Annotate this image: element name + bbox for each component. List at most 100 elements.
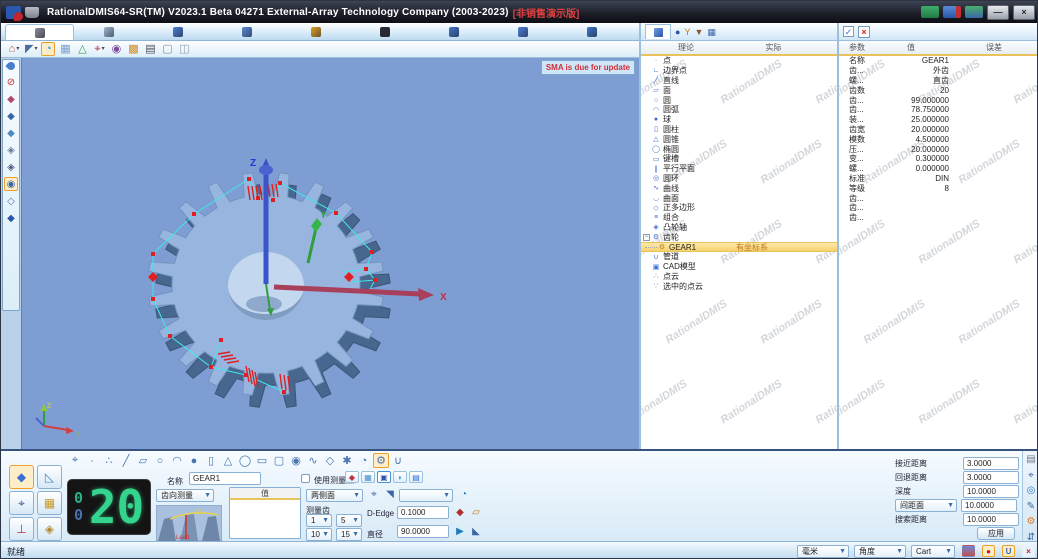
d-edge-input[interactable] — [397, 506, 449, 519]
feature-slot-icon[interactable]: ▭ — [254, 453, 270, 468]
feature-circle-icon[interactable]: ○ — [152, 453, 168, 468]
select-cursor-icon[interactable]: ◤ ▾ — [24, 42, 38, 56]
feature-name-input[interactable] — [189, 472, 261, 485]
pen-edit-icon[interactable]: ✎ — [1024, 501, 1037, 513]
coord-system-dropdown[interactable]: Cart ▼ — [911, 544, 955, 558]
refresh-view-icon[interactable]: ◔ — [41, 42, 56, 56]
tab-document[interactable] — [74, 24, 143, 40]
fit-view-icon[interactable]: △ — [75, 42, 89, 56]
tab-monitor[interactable] — [557, 24, 626, 40]
apply-edge-icon[interactable]: ◆ — [453, 506, 467, 519]
minimize-button[interactable]: — — [987, 4, 1009, 20]
tab-swirl-view[interactable]: ◗ — [393, 471, 407, 483]
unit-icon[interactable]: U — [1002, 545, 1015, 557]
feature-polygon-icon[interactable]: ◇ — [322, 453, 338, 468]
probe-cyan-icon[interactable]: ◆ — [4, 126, 18, 140]
probe-config-icon[interactable]: ◈ — [4, 160, 18, 174]
diameter-input[interactable] — [397, 525, 449, 538]
tooth-select-3[interactable]: 10 ▼ — [306, 528, 332, 541]
viewport-3d[interactable]: Z Y X Z X SMA is due for update — [21, 58, 639, 449]
tooth-select-2[interactable]: 5 ▼ — [336, 514, 362, 527]
measure-tools-icon[interactable]: ◫ — [177, 42, 191, 56]
probe-edit-icon[interactable]: ◈ — [4, 143, 18, 157]
param-input-5[interactable] — [963, 513, 1019, 526]
tab-device[interactable] — [212, 24, 281, 40]
tab-clock[interactable] — [488, 24, 557, 40]
probe-active-icon[interactable]: ◉ — [4, 177, 18, 191]
apply-button[interactable]: 应用 — [977, 527, 1015, 540]
probe-multi-icon[interactable]: ◇ — [4, 194, 18, 208]
feature-nut-icon[interactable]: ✱ — [339, 453, 355, 468]
probe-store-icon[interactable]: ⌖ — [1024, 470, 1037, 482]
feature-sphere-icon[interactable]: ● — [186, 453, 202, 468]
tree-expander-icon[interactable]: − — [643, 233, 650, 241]
unit-angle-dropdown[interactable]: 角度 ▼ — [854, 544, 906, 558]
param-input-2[interactable] — [963, 471, 1019, 484]
machine-status-icon[interactable] — [921, 6, 939, 18]
pin-icon[interactable] — [5, 60, 17, 72]
flank-dropdown[interactable]: 两侧面 ▼ — [306, 489, 363, 502]
record-icon[interactable]: ● — [982, 545, 995, 557]
settings-gear-icon[interactable]: ⚙ — [1024, 516, 1037, 528]
unit-length-dropdown[interactable]: 毫米 ▼ — [797, 544, 849, 558]
tree-item-选中的点云[interactable]: ∵ 选中的点云 — [641, 281, 837, 291]
spacing-face-dropdown[interactable]: 间距面 ▼ — [895, 499, 957, 512]
edit-edge-icon[interactable]: ▱ — [469, 506, 483, 519]
dropdown-arrow-icon[interactable]: ▾ — [34, 42, 37, 56]
close-button[interactable]: × — [1013, 4, 1035, 20]
feature-point-icon[interactable]: · — [84, 453, 100, 468]
controller-icon[interactable] — [943, 6, 961, 18]
param-input-1[interactable] — [963, 457, 1019, 470]
sphere-filter-icon[interactable]: ● — [675, 25, 680, 39]
feature-touch-probe-icon[interactable]: ⌖ — [67, 453, 83, 468]
probe-run-icon[interactable]: ◣ — [469, 525, 483, 538]
coord-icon[interactable] — [962, 545, 975, 557]
param-input-3[interactable] — [963, 485, 1019, 498]
play-icon[interactable]: ▶ — [453, 525, 467, 538]
caliper-mode-button[interactable]: ◺ — [37, 465, 62, 489]
probe-t-icon[interactable]: ⌖ — [367, 488, 381, 501]
gauge-mode-button[interactable]: ▦ — [37, 491, 62, 515]
tab-table-view[interactable] — [143, 24, 212, 40]
feature-plane-icon[interactable]: ▱ — [135, 453, 151, 468]
view-eye-icon[interactable]: ◉ — [109, 42, 123, 56]
feature-curve-icon[interactable]: ∿ — [305, 453, 321, 468]
tab-solid-view[interactable] — [645, 24, 671, 39]
dropdown-arrow-icon[interactable]: ▾ — [102, 42, 105, 56]
feature-ellipse-icon[interactable]: ◯ — [237, 453, 253, 468]
printer-icon[interactable]: ▤ — [1024, 454, 1037, 466]
rotate-refresh-icon[interactable]: ◔ — [457, 488, 471, 501]
feature-point-set-icon[interactable]: ∴ — [101, 453, 117, 468]
col-error[interactable]: 误差 — [949, 42, 1037, 53]
param-input-4[interactable] — [961, 499, 1017, 512]
sma-update-badge[interactable]: SMA is due for update — [540, 60, 635, 75]
snapshot-icon[interactable]: ▤ — [143, 42, 157, 56]
stop-icon[interactable]: × — [1022, 545, 1035, 557]
feature-torus-icon[interactable]: ◉ — [288, 453, 304, 468]
feature-arc-icon[interactable]: ◠ — [169, 453, 185, 468]
zoom-window-icon[interactable]: ▦ — [58, 42, 72, 56]
tab-probe[interactable] — [350, 24, 419, 40]
probe-disable-icon[interactable]: ⊘ — [4, 75, 18, 89]
probe-blue-icon[interactable]: ◆ — [4, 109, 18, 123]
measure-mode-dropdown[interactable]: 齿向测量 ▼ — [156, 489, 214, 502]
feature-rectangle-icon[interactable]: ▢ — [271, 453, 287, 468]
clipping-box-icon[interactable]: ▢ — [160, 42, 174, 56]
confirm-check-icon[interactable]: ✓ — [843, 26, 854, 37]
tab-card-view[interactable]: ▤ — [409, 471, 423, 483]
probe-data-icon[interactable]: ◆ — [4, 211, 18, 225]
tools-mode-button[interactable]: ◈ — [37, 517, 62, 541]
axes-mode-button[interactable]: ⊥ — [9, 517, 34, 541]
probe-mode-button[interactable]: ⌖ — [9, 491, 34, 515]
tab-graph-view[interactable]: ▦ — [361, 471, 375, 483]
prop-row[interactable]: 齿... — [839, 213, 1037, 223]
probe-select-dropdown[interactable]: ▼ — [399, 489, 453, 502]
dropdown-arrow-icon[interactable]: ▾ — [16, 42, 19, 56]
feature-cone-icon[interactable]: △ — [220, 453, 236, 468]
tooth-select-1[interactable]: 1 ▼ — [306, 514, 332, 527]
col-actual[interactable]: 实际 — [731, 42, 816, 53]
alignment-icon[interactable]: ⌖ ▾ — [92, 42, 106, 56]
col-theory[interactable]: 理论 — [641, 42, 731, 53]
col-value[interactable]: 值 — [873, 42, 949, 53]
probe-red-icon[interactable]: ◆ — [4, 92, 18, 106]
